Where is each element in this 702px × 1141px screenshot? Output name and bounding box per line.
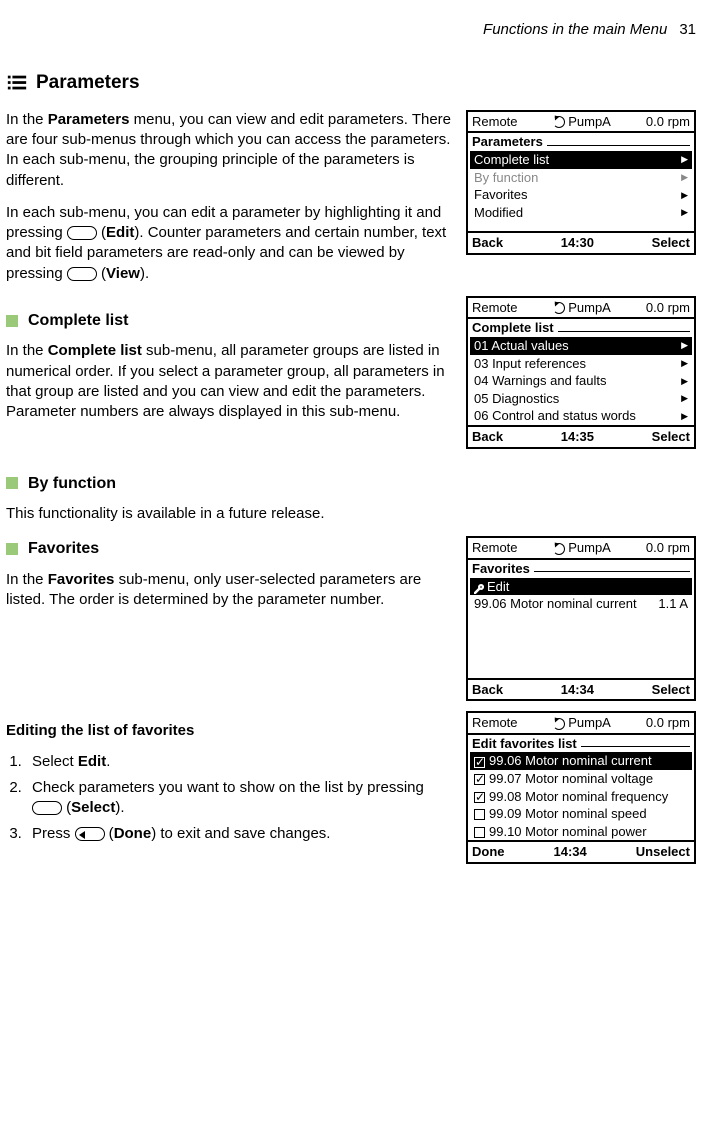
check-row: 99.08 Motor nominal frequency	[470, 788, 692, 806]
chapter-title: Functions in the main Menu	[483, 21, 667, 38]
bullet-square-icon	[6, 543, 18, 555]
screenshot-body: 99.06 Motor nominal current 99.07 Motor …	[468, 752, 694, 840]
status-rpm: 0.0 rpm	[646, 114, 690, 130]
menu-row: 99.06 Motor nominal current1.1 A	[470, 595, 692, 613]
menu-row: 05 Diagnostics▶	[470, 390, 692, 408]
menu-row: 04 Warnings and faults▶	[470, 372, 692, 390]
menu-row: By function▶	[470, 169, 692, 187]
page-number: 31	[679, 21, 696, 38]
checkbox-icon	[474, 809, 485, 820]
screenshot-body: Edit 99.06 Motor nominal current1.1 A	[468, 578, 694, 678]
softkey-icon	[32, 801, 62, 815]
subsection-favorites: Favorites	[6, 538, 454, 560]
screenshot-statusbar: Remote PumpA 0.0 rpm	[468, 713, 694, 735]
check-row: 99.07 Motor nominal voltage	[470, 770, 692, 788]
menu-row: 01 Actual values▶	[470, 337, 692, 355]
softkey-icon	[75, 827, 105, 841]
softkey-left-label: Back	[472, 235, 503, 251]
wrench-icon	[474, 582, 484, 592]
screenshot-title: Edit favorites list	[468, 735, 694, 753]
screenshot-body: 01 Actual values▶ 03 Input references▶ 0…	[468, 337, 694, 425]
rotation-icon	[553, 302, 565, 314]
bullet-square-icon	[6, 477, 18, 489]
screenshot-footer: Back 14:34 Select	[468, 678, 694, 700]
screenshot-parameters: Remote PumpA 0.0 rpm Parameters Complete…	[466, 110, 696, 255]
screenshot-footer: Back 14:30 Select	[468, 231, 694, 253]
screenshot-edit-favorites: Remote PumpA 0.0 rpm Edit favorites list…	[466, 711, 696, 864]
screenshot-statusbar: Remote PumpA 0.0 rpm	[468, 538, 694, 560]
check-row: 99.09 Motor nominal speed	[470, 805, 692, 823]
screenshot-body: Complete list▶ By function▶ Favorites▶ M…	[468, 151, 694, 231]
status-name: PumpA	[568, 114, 611, 129]
menu-row: Favorites▶	[470, 186, 692, 204]
menu-row: Modified▶	[470, 204, 692, 222]
screenshot-statusbar: Remote PumpA 0.0 rpm	[468, 298, 694, 320]
checkbox-icon	[474, 774, 485, 785]
checkbox-icon	[474, 757, 485, 768]
menu-row: Complete list▶	[470, 151, 692, 169]
screenshot-footer: Back 14:35 Select	[468, 425, 694, 447]
section-title-parameters: Parameters	[6, 70, 696, 96]
menu-row: 06 Control and status words▶	[470, 407, 692, 425]
footer-time: 14:30	[561, 235, 594, 251]
rotation-icon	[553, 543, 565, 555]
menu-row: 03 Input references▶	[470, 355, 692, 373]
rotation-icon	[553, 718, 565, 730]
page-header: Functions in the main Menu 31	[6, 20, 696, 40]
screenshot-footer: Done 14:34 Unselect	[468, 840, 694, 862]
softkey-icon	[67, 226, 97, 240]
bullet-square-icon	[6, 315, 18, 327]
check-row: 99.06 Motor nominal current	[470, 752, 692, 770]
screenshot-favorites: Remote PumpA 0.0 rpm Favorites Edit 99.0…	[466, 536, 696, 701]
screenshot-title: Complete list	[468, 319, 694, 337]
checkbox-icon	[474, 792, 485, 803]
menu-row-edit: Edit	[470, 578, 692, 596]
softkey-right-label: Select	[652, 235, 690, 251]
screenshot-title: Favorites	[468, 560, 694, 578]
subsection-by-function: By function	[6, 473, 696, 495]
checkbox-icon	[474, 827, 485, 838]
screenshot-statusbar: Remote PumpA 0.0 rpm	[468, 112, 694, 134]
softkey-icon	[67, 267, 97, 281]
by-function-paragraph: This functionality is available in a fut…	[6, 504, 696, 524]
status-remote: Remote	[472, 114, 518, 130]
screenshot-title: Parameters	[468, 133, 694, 151]
list-icon	[6, 72, 28, 94]
section-title-text: Parameters	[36, 70, 140, 96]
subsection-complete-list: Complete list	[6, 310, 454, 332]
screenshot-complete-list: Remote PumpA 0.0 rpm Complete list 01 Ac…	[466, 296, 696, 449]
check-row: 99.10 Motor nominal power	[470, 823, 692, 841]
rotation-icon	[553, 116, 565, 128]
